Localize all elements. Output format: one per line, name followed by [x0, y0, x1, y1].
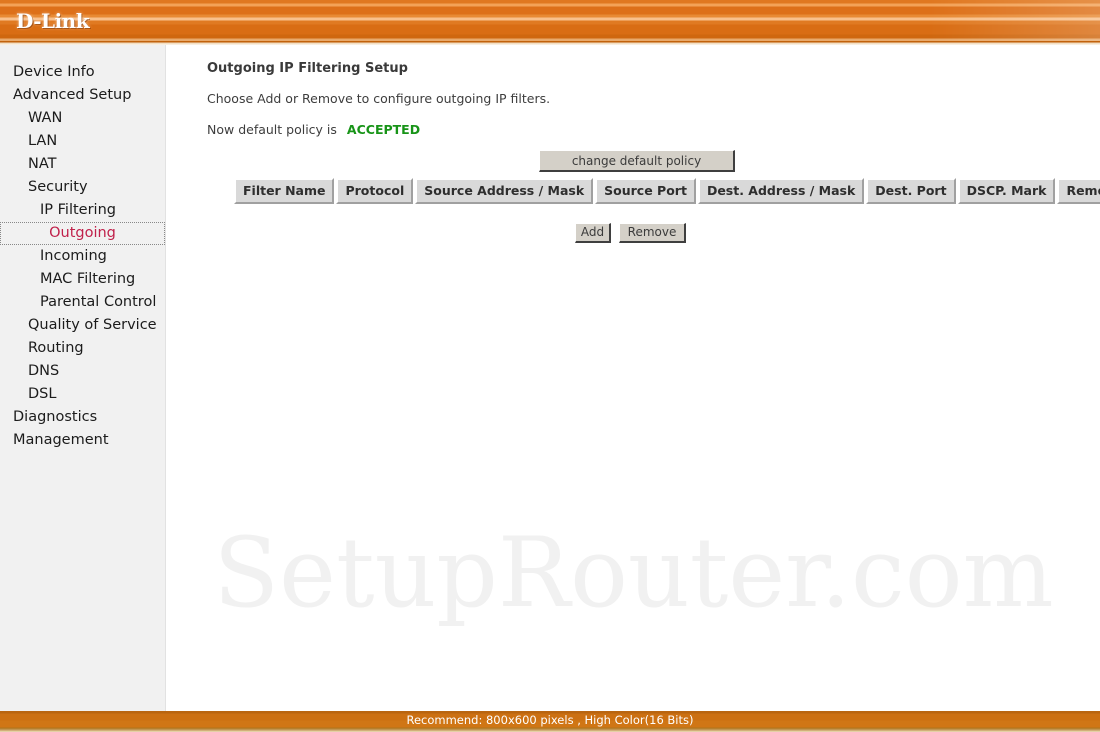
header-banner: D-Link: [0, 0, 1100, 41]
sidebar-nav: Device Info Advanced Setup WAN LAN NAT Securi…: [0, 45, 166, 711]
banner-shine-overlay: [930, 0, 1100, 41]
sidebar-item-wan[interactable]: WAN: [0, 107, 165, 130]
sidebar-item-outgoing[interactable]: Outgoing: [0, 222, 165, 245]
remove-button[interactable]: Remove: [619, 222, 686, 243]
table-column-header: Source Port: [595, 178, 696, 204]
table-column-header: Filter Name: [234, 178, 335, 204]
table-column-header: DSCP. Mark: [957, 178, 1056, 204]
table-action-buttons: Add Remove: [575, 221, 686, 243]
sidebar-item-mac-filtering[interactable]: MAC Filtering: [0, 268, 165, 291]
sidebar-item-routing[interactable]: Routing: [0, 337, 165, 360]
outgoing-filter-table: Filter Name Protocol Source Address / Mask…: [232, 176, 1100, 206]
footer-recommendation-text: Recommend: 800x600 pixels , High Color(1…: [406, 713, 694, 727]
sidebar-item-dsl[interactable]: DSL: [0, 383, 165, 406]
site-watermark: SetupRouter.com: [213, 517, 1054, 629]
default-policy-value: ACCEPTED: [346, 122, 421, 137]
sidebar-item-parental-control[interactable]: Parental Control: [0, 291, 165, 314]
default-policy-line: Now default policy is ACCEPTED: [207, 122, 420, 137]
default-policy-label: Now default policy is: [207, 122, 337, 137]
add-button[interactable]: Add: [575, 222, 611, 243]
dlink-logo: D-Link: [16, 9, 90, 33]
instructions-text: Choose Add or Remove to configure outgoi…: [207, 91, 551, 106]
table-column-header: Source Address / Mask: [415, 178, 594, 204]
page-title: Outgoing IP Filtering Setup: [207, 61, 408, 76]
sidebar-item-dns[interactable]: DNS: [0, 360, 165, 383]
table-column-header: Dest. Address / Mask: [697, 178, 865, 204]
sidebar-item-security[interactable]: Security: [0, 176, 165, 199]
sidebar-item-diagnostics[interactable]: Diagnostics: [0, 406, 165, 429]
main-content: Outgoing IP Filtering Setup Choose Add o…: [167, 45, 1100, 711]
table-column-header: Dest. Port: [866, 178, 956, 204]
sidebar-item-advanced-setup[interactable]: Advanced Setup: [0, 84, 165, 107]
footer-bar: Recommend: 800x600 pixels , High Color(1…: [0, 711, 1100, 732]
table-column-header: Remove: [1057, 178, 1100, 204]
table-header-row: Filter Name Protocol Source Address / Mask…: [234, 178, 1100, 204]
sidebar-item-lan[interactable]: LAN: [0, 130, 165, 153]
sidebar-item-nat[interactable]: NAT: [0, 153, 165, 176]
sidebar-item-ip-filtering[interactable]: IP Filtering: [0, 199, 165, 222]
sidebar-item-management[interactable]: Management: [0, 429, 165, 452]
change-default-policy-button[interactable]: change default policy: [539, 150, 735, 172]
sidebar-item-device-info[interactable]: Device Info: [0, 61, 165, 84]
sidebar-item-quality-of-service[interactable]: Quality of Service: [0, 314, 165, 337]
table-column-header: Protocol: [336, 178, 414, 204]
sidebar-item-incoming[interactable]: Incoming: [0, 245, 165, 268]
